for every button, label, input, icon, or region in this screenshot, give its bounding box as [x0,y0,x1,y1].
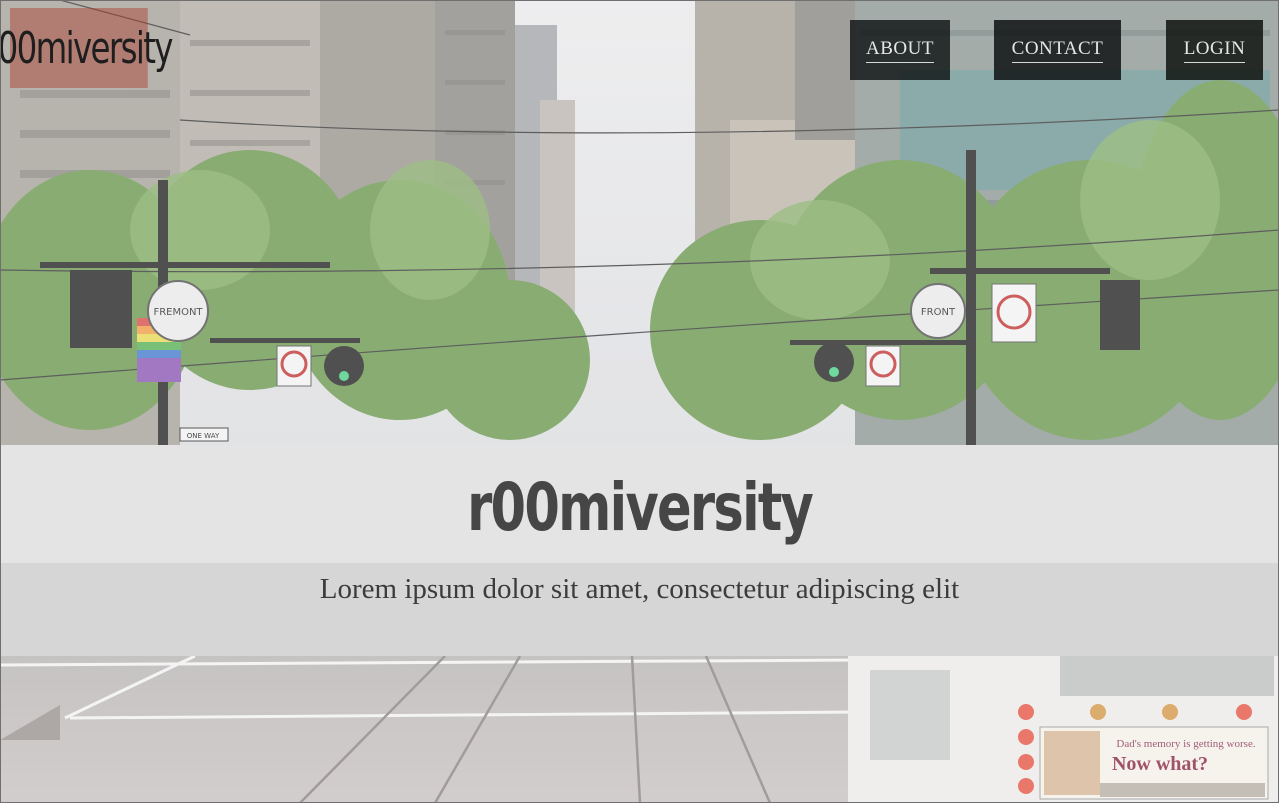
nav-about-label: ABOUT [866,38,934,63]
street-photo: FREMONT FRONT ONE WAY Dad's memory is ge… [0,0,1279,803]
nav-login-button[interactable]: LOGIN [1166,20,1263,80]
nav-contact-button[interactable]: CONTACT [994,20,1121,80]
logo-text: r00miversity [0,22,174,74]
hero-title: r00miversity [466,468,814,546]
nav-login-label: LOGIN [1183,38,1246,63]
nav-about-button[interactable]: ABOUT [850,20,950,80]
nav-contact-label: CONTACT [1011,38,1104,63]
hero-subtitle-band: Lorem ipsum dolor sit amet, consectetur … [0,563,1279,656]
hero-title-band: r00miversity [0,445,1279,563]
hero-background: FREMONT FRONT ONE WAY Dad's memory is ge… [0,0,1279,803]
site-logo[interactable]: r00miversity [0,8,174,88]
hero-subtitle: Lorem ipsum dolor sit amet, consectetur … [319,573,960,605]
